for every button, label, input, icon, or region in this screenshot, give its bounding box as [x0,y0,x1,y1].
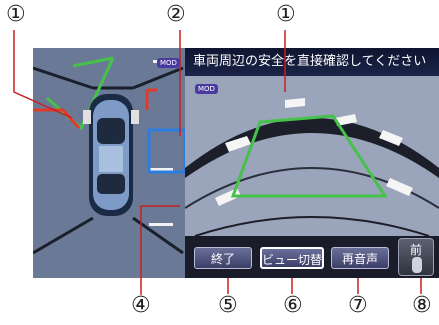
callout-leader-lines [13,30,422,295]
